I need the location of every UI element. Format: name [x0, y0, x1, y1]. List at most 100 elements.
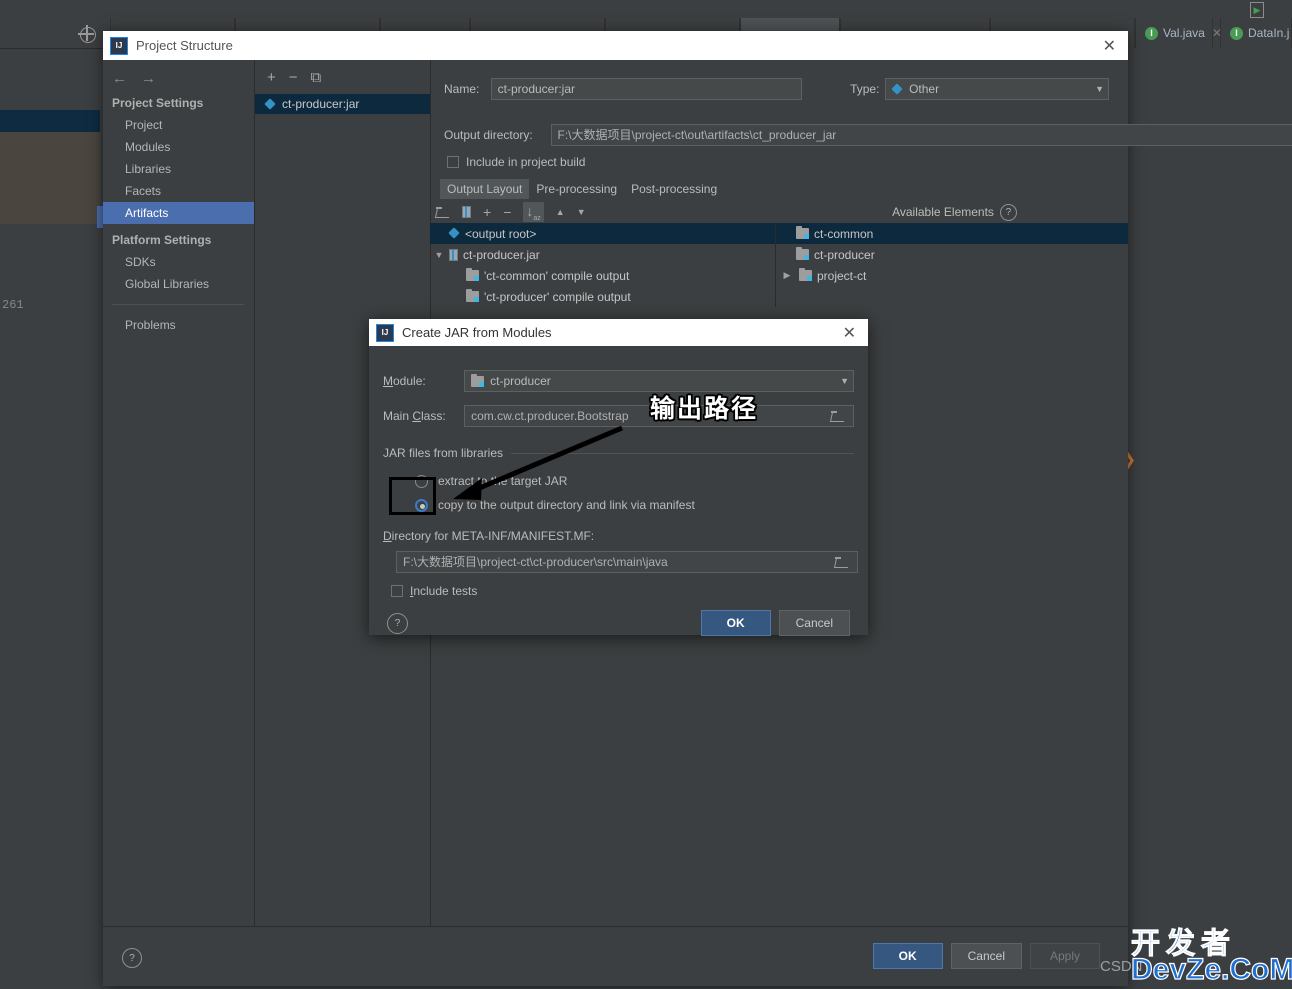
run-icon[interactable]: ▶ — [1250, 2, 1264, 18]
watermark-en-text: DevZe.CoM — [1130, 952, 1292, 986]
copy-artifact-button[interactable]: ⧉ — [311, 69, 322, 86]
tree-row-label: ct-producer — [814, 247, 875, 262]
editor-code-block — [0, 132, 100, 224]
name-label: Name: — [444, 82, 480, 96]
sidebar-item-artifacts[interactable]: Artifacts — [103, 202, 254, 224]
project-structure-footer: ? OK Cancel Apply — [103, 926, 1128, 986]
sidebar-item-modules[interactable]: Modules — [103, 136, 254, 158]
arrow-right-icon[interactable]: → — [141, 70, 156, 87]
include-in-build-checkbox[interactable] — [447, 156, 459, 168]
java-class-icon: I — [1145, 26, 1158, 40]
tab-output-layout[interactable]: Output Layout — [440, 179, 530, 199]
tab-post-processing[interactable]: Post-processing — [624, 179, 725, 199]
extract-to-target-radio[interactable] — [415, 474, 428, 488]
tree-twisty-expanded[interactable]: ▼ — [434, 250, 444, 260]
include-in-build-label: Include in project build — [466, 155, 586, 169]
tree-row[interactable]: <output root> — [430, 223, 775, 244]
screenshot-root: I Val.java ✕ I DataIn.j ▶ 261 ❯ IJ Proje… — [0, 0, 1292, 989]
tree-row[interactable]: ct-common — [776, 223, 1128, 244]
intellij-idea-icon: IJ — [110, 36, 128, 55]
manifest-dir-input[interactable]: F:\大数据项目\project-ct\ct-producer\src\main… — [396, 551, 858, 573]
sidebar-item-problems[interactable]: Problems — [103, 314, 254, 336]
artifact-name-input[interactable]: ct-producer:jar — [490, 78, 803, 100]
add-element-button[interactable]: + — [483, 204, 491, 220]
artifact-diamond-icon — [892, 84, 903, 95]
copy-to-output-label: copy to the output directory and link vi… — [438, 498, 695, 512]
remove-element-button[interactable]: − — [503, 204, 511, 220]
module-output-icon — [466, 268, 479, 281]
sidebar-item-sdks[interactable]: SDKs — [103, 251, 254, 273]
processing-tabs: Output Layout Pre-processing Post-proces… — [440, 179, 725, 199]
add-directory-button[interactable] — [436, 206, 450, 218]
artifact-type-select[interactable]: Other ▼ — [885, 78, 1109, 100]
artifact-list-item[interactable]: ct-producer:jar — [255, 94, 430, 114]
editor-tab-datain-java[interactable]: I DataIn.j — [1220, 18, 1292, 48]
tree-row[interactable]: ▶ project-ct — [776, 265, 1128, 286]
module-output-icon — [466, 289, 479, 302]
output-layout-toolbar: + − ↓az ▲ ▼ — [430, 201, 781, 223]
module-icon — [471, 373, 485, 387]
tree-row[interactable]: ▼ ct-producer.jar — [430, 244, 775, 265]
type-label: Type: — [850, 82, 880, 96]
artifact-diamond-icon — [449, 228, 460, 239]
add-artifact-button[interactable]: + — [267, 69, 276, 86]
create-jar-ok-button[interactable]: OK — [700, 610, 771, 636]
cancel-button[interactable]: Cancel — [950, 943, 1022, 969]
editor-tab-val-java[interactable]: I Val.java ✕ — [1135, 18, 1222, 48]
editor-line-number: 261 — [2, 298, 24, 312]
close-icon[interactable]: ✕ — [838, 323, 861, 343]
tree-twisty-collapsed[interactable]: ▶ — [780, 270, 794, 281]
module-icon — [799, 268, 812, 281]
crosshair-icon[interactable] — [78, 25, 96, 43]
move-up-button[interactable]: ▲ — [556, 207, 565, 217]
create-jar-cancel-button[interactable]: Cancel — [778, 610, 850, 636]
tree-row[interactable]: 'ct-common' compile output — [430, 265, 775, 286]
help-icon[interactable]: ? — [387, 612, 408, 634]
folder-open-icon[interactable] — [835, 557, 849, 568]
jar-icon — [449, 248, 458, 261]
editor-highlight-line — [0, 110, 100, 132]
tree-row-label: 'ct-common' compile output — [484, 268, 630, 283]
project-structure-title: Project Structure — [136, 38, 233, 53]
include-tests-row[interactable]: Include tests — [391, 584, 854, 598]
add-archive-button[interactable] — [462, 206, 471, 218]
tree-row[interactable]: ct-producer — [776, 244, 1128, 265]
help-icon[interactable]: ? — [122, 948, 142, 968]
ide-right-panel — [1128, 48, 1292, 989]
tree-row[interactable]: 'ct-producer' compile output — [430, 286, 775, 307]
ok-button[interactable]: OK — [872, 943, 943, 969]
settings-sidebar: ← → Project Settings Project Modules Lib… — [103, 60, 255, 956]
sidebar-item-global-libraries[interactable]: Global Libraries — [103, 273, 254, 295]
arrow-left-icon[interactable]: ← — [112, 70, 127, 87]
option-extract-row[interactable]: extract to the target JAR — [415, 474, 854, 488]
help-icon[interactable]: ? — [999, 203, 1017, 221]
watermark: 开发者 DevZe.CoM — [1129, 920, 1292, 989]
create-jar-title: Create JAR from Modules — [402, 325, 552, 340]
close-icon[interactable]: ✕ — [1098, 36, 1121, 56]
output-directory-input[interactable]: F:\大数据项目\project-ct\out\artifacts\ct_pro… — [550, 124, 1292, 146]
sidebar-item-libraries[interactable]: Libraries — [103, 158, 254, 180]
main-class-value: com.cw.ct.producer.Bootstrap — [471, 409, 629, 423]
remove-artifact-button[interactable]: − — [289, 69, 298, 86]
sidebar-item-facets[interactable]: Facets — [103, 180, 254, 202]
option-copy-row[interactable]: copy to the output directory and link vi… — [415, 498, 854, 512]
sidebar-divider — [112, 304, 244, 305]
sort-button[interactable]: ↓az — [523, 201, 544, 223]
copy-to-output-radio[interactable] — [415, 498, 428, 512]
tab-pre-processing[interactable]: Pre-processing — [529, 179, 625, 199]
folder-open-icon[interactable] — [831, 411, 845, 422]
tree-row-label: project-ct — [817, 268, 867, 283]
include-tests-checkbox[interactable] — [391, 585, 403, 597]
create-jar-dialog: IJ Create JAR from Modules ✕ Module: ct-… — [369, 319, 868, 636]
ide-toolbar — [0, 0, 1292, 18]
move-down-button[interactable]: ▼ — [577, 207, 586, 217]
sidebar-item-project[interactable]: Project — [103, 114, 254, 136]
module-value: ct-producer — [490, 374, 551, 388]
apply-button[interactable]: Apply — [1030, 943, 1100, 969]
java-class-icon: I — [1230, 26, 1243, 40]
tree-row-label: ct-common — [814, 226, 874, 241]
extract-to-target-label: extract to the target JAR — [438, 474, 568, 488]
sidebar-group-project-settings: Project Settings — [112, 96, 204, 110]
sidebar-navigation: ← → — [103, 60, 254, 87]
group-divider — [511, 452, 854, 454]
